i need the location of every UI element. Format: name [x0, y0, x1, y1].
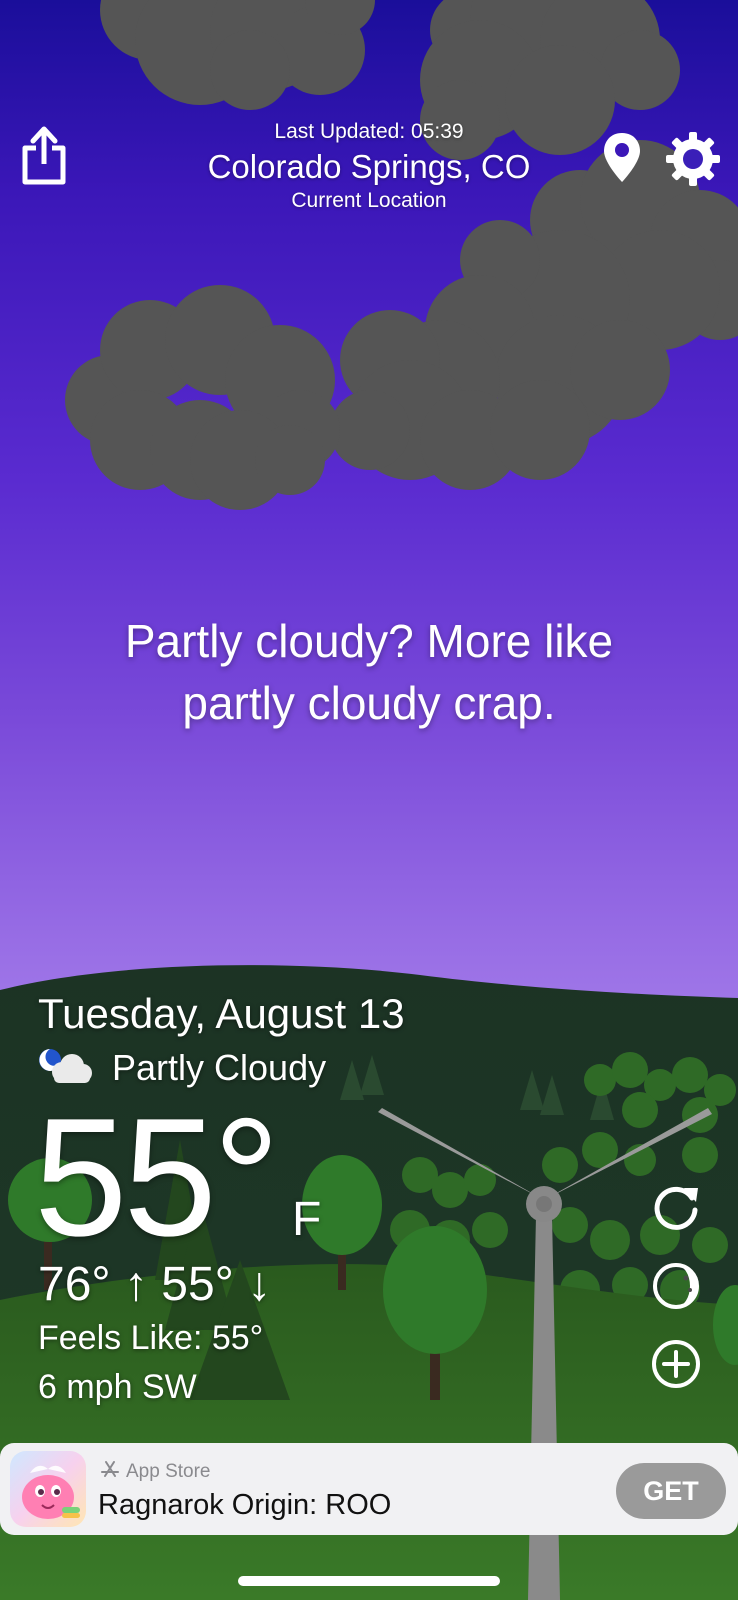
high-low-temperature: 76° ↑ 55° ↓	[38, 1256, 271, 1314]
moon-phase-icon	[653, 1263, 699, 1309]
cloud-left	[65, 285, 340, 510]
weather-scene	[0, 0, 738, 1600]
temperature-unit[interactable]: F	[292, 1192, 321, 1248]
down-arrow-icon: ↓	[247, 1258, 272, 1311]
refresh-button[interactable]	[650, 1182, 702, 1234]
poring-mascot-icon	[22, 1465, 80, 1519]
location-pin-icon	[604, 133, 640, 182]
date-label: Tuesday, August 13	[38, 990, 405, 1037]
feels-like: Feels Like: 55°	[38, 1319, 264, 1357]
high-temp: 76°	[38, 1258, 111, 1311]
wind-speed: 6 mph SW	[38, 1368, 197, 1406]
app-store-text: App Store	[126, 1461, 211, 1482]
app-icon[interactable]	[10, 1451, 86, 1527]
city-name: Colorado Springs, CO	[207, 148, 531, 185]
low-temp: 55°	[161, 1258, 234, 1311]
quote-line-1: Partly cloudy? More like	[124, 615, 614, 667]
up-arrow-icon: ↑	[123, 1258, 148, 1311]
location-button[interactable]	[598, 130, 646, 186]
get-button[interactable]: GET	[616, 1463, 726, 1519]
share-icon	[22, 126, 66, 185]
partly-cloudy-night-icon	[36, 1046, 96, 1086]
refresh-icon	[654, 1186, 698, 1230]
last-updated: Last Updated: 05:39	[274, 120, 464, 143]
home-indicator[interactable]	[238, 1576, 500, 1586]
quote-line-2: partly cloudy crap.	[182, 677, 556, 729]
share-button[interactable]	[18, 122, 70, 188]
location-label: Current Location	[291, 189, 447, 212]
ad-app-title: Ragnarok Origin: ROO	[98, 1489, 392, 1521]
app-store-label: App Store	[100, 1459, 211, 1485]
moon-phase-button[interactable]	[650, 1260, 702, 1312]
gear-icon	[666, 132, 720, 186]
current-temperature: 55°	[34, 1083, 280, 1271]
snarky-quote: Partly cloudy? More like partly cloudy c…	[60, 610, 678, 734]
settings-button[interactable]	[664, 130, 722, 188]
ad-banner[interactable]: App Store Ragnarok Origin: ROO GET	[0, 1443, 738, 1535]
location-header[interactable]: Last Updated: 05:39 Colorado Springs, CO…	[160, 118, 578, 214]
app-store-icon	[100, 1459, 120, 1485]
add-location-button[interactable]	[650, 1338, 702, 1390]
cloud-top-left	[100, 0, 375, 110]
add-circle-icon	[652, 1340, 700, 1388]
